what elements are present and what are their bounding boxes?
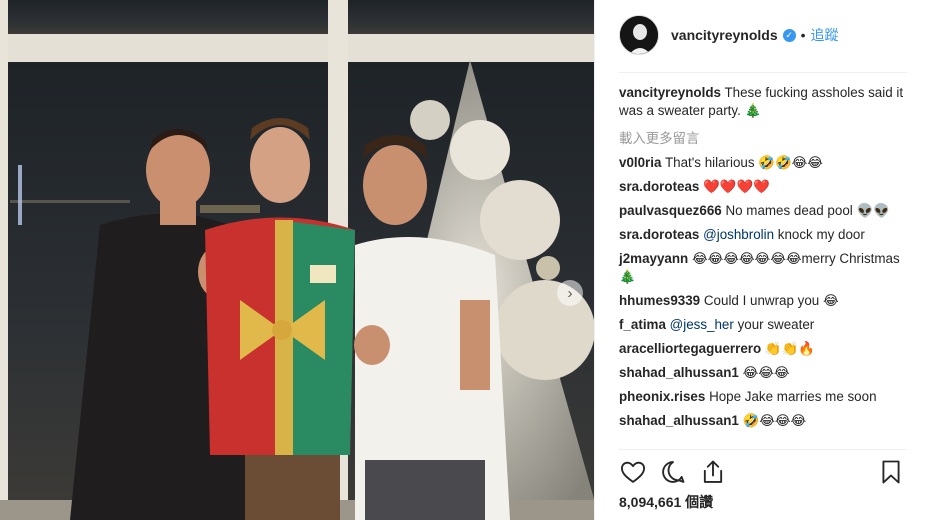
comment-text: 👏👏🔥 (764, 341, 815, 356)
comment-username[interactable]: paulvasquez666 (619, 203, 722, 218)
comment-username[interactable]: shahad_alhussan1 (619, 413, 739, 428)
comment-mention[interactable]: @jess_her (670, 317, 734, 332)
header-separator: • (800, 27, 806, 43)
comment-item: shahad_alhussan1 😂😂😂 (619, 364, 907, 382)
post-header: vancityreynolds ✓ • 追蹤 (619, 14, 839, 56)
comment-text: ❤️❤️❤️❤️ (703, 179, 770, 194)
comment-item: sra.doroteas ❤️❤️❤️❤️ (619, 178, 907, 196)
avatar[interactable] (619, 15, 659, 55)
comment-item: v0l0ria That's hilarious 🤣🤣😂😂 (619, 154, 907, 172)
save-button[interactable] (877, 458, 905, 486)
actions-divider (619, 449, 907, 450)
follow-button[interactable]: 追蹤 (811, 25, 839, 45)
comment-username[interactable]: j2mayyann (619, 251, 688, 266)
load-more-comments-button[interactable]: 載入更多留言 (619, 127, 907, 147)
heart-icon (620, 461, 646, 483)
comment-item: sra.doroteas @joshbrolin knock my door (619, 226, 907, 244)
comment-item: paulvasquez666 No mames dead pool 👽👽 (619, 202, 907, 220)
comment-username[interactable]: hhumes9339 (619, 293, 700, 308)
comment-username[interactable]: sra.doroteas (619, 179, 699, 194)
header-username[interactable]: vancityreynolds (671, 27, 778, 43)
comment-mention[interactable]: @joshbrolin (703, 227, 774, 242)
avatar-icon (620, 16, 658, 54)
carousel-next-button[interactable]: › (557, 280, 583, 306)
post-caption: vancityreynolds These fucking assholes s… (619, 84, 907, 120)
header-divider (619, 72, 907, 73)
like-button[interactable] (619, 458, 647, 486)
comment-username[interactable]: shahad_alhussan1 (619, 365, 739, 380)
comment-list: vancityreynolds These fucking assholes s… (619, 84, 907, 436)
comment-username[interactable]: v0l0ria (619, 155, 661, 170)
caption-username[interactable]: vancityreynolds (619, 85, 721, 100)
comment-item: hhumes9339 Could I unwrap you 😂 (619, 292, 907, 310)
chevron-right-icon: › (567, 284, 573, 302)
comment-username[interactable]: pheonix.rises (619, 389, 705, 404)
comment-username[interactable]: sra.doroteas (619, 227, 699, 242)
comment-text: Could I unwrap you 😂 (703, 293, 839, 308)
photo-illustration (0, 0, 594, 520)
comment-text: knock my door (774, 227, 865, 242)
comment-item: f_atima @jess_her your sweater (619, 316, 907, 334)
bookmark-icon (882, 460, 900, 484)
comment-text: 😂😂😂 (742, 365, 790, 380)
comment-username[interactable]: aracelliortegaguerrero (619, 341, 761, 356)
share-icon (703, 460, 723, 483)
comment-icon (662, 461, 685, 483)
comment-button[interactable] (659, 458, 687, 486)
comment-text: Hope Jake marries me soon (709, 389, 877, 404)
share-button[interactable] (699, 458, 727, 486)
comment-text: That's hilarious 🤣🤣😂😂 (664, 155, 823, 170)
comment-username[interactable]: f_atima (619, 317, 666, 332)
post-photo[interactable]: › (0, 0, 594, 520)
comment-text: 🤣😂😂😂 (742, 413, 807, 428)
comment-item: pheonix.rises Hope Jake marries me soon (619, 388, 907, 406)
comment-item: aracelliortegaguerrero 👏👏🔥 (619, 340, 907, 358)
like-count[interactable]: 8,094,661 個讚 (619, 492, 713, 512)
action-bar (613, 456, 913, 488)
post-side-panel: vancityreynolds ✓ • 追蹤 vancityreynolds T… (594, 0, 927, 520)
comment-item: j2mayyann 😂😂😂😂😂😂😂merry Christmas 🎄 (619, 250, 907, 286)
verified-badge-icon: ✓ (782, 28, 796, 42)
comment-text: No mames dead pool 👽👽 (725, 203, 890, 218)
comment-text: your sweater (733, 317, 815, 332)
comment-item: shahad_alhussan1 🤣😂😂😂 (619, 412, 907, 430)
